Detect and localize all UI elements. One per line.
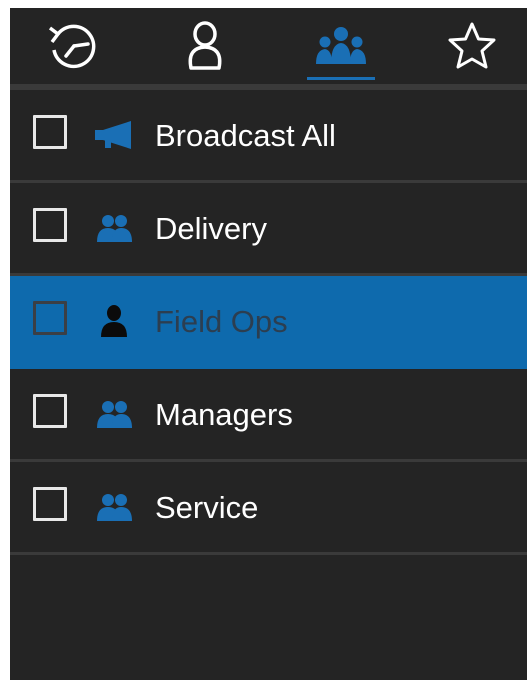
tab-bar — [10, 8, 527, 84]
groups-icon — [316, 27, 366, 64]
tab-contacts[interactable] — [155, 8, 255, 84]
group-name: Field Ops — [155, 304, 288, 339]
list-item[interactable]: Service — [10, 462, 527, 555]
person-icon — [92, 304, 136, 338]
group-name: Delivery — [155, 211, 267, 246]
megaphone-icon — [92, 118, 136, 152]
checkbox[interactable] — [33, 115, 67, 149]
active-tab-indicator — [307, 77, 375, 80]
tab-groups[interactable] — [291, 8, 391, 84]
group-list: Broadcast All Delivery Field Ops Manager… — [10, 90, 527, 555]
checkbox[interactable] — [33, 301, 67, 335]
tab-favorites[interactable] — [422, 8, 522, 84]
list-item[interactable]: Delivery — [10, 183, 527, 276]
checkbox[interactable] — [33, 487, 67, 521]
checkbox[interactable] — [33, 394, 67, 428]
checkbox[interactable] — [33, 208, 67, 242]
list-item-selected[interactable]: Field Ops — [10, 276, 527, 369]
group-name: Service — [155, 490, 259, 525]
history-icon — [48, 24, 96, 69]
contact-icon — [188, 21, 222, 70]
group-icon — [92, 490, 136, 524]
star-icon — [448, 22, 496, 69]
list-item[interactable]: Managers — [10, 369, 527, 462]
groups-screen: Broadcast All Delivery Field Ops Manager… — [10, 8, 527, 680]
group-icon — [92, 211, 136, 245]
list-item[interactable]: Broadcast All — [10, 90, 527, 183]
group-icon — [92, 397, 136, 431]
group-name: Broadcast All — [155, 118, 336, 153]
group-name: Managers — [155, 397, 293, 432]
tab-history[interactable] — [22, 8, 122, 84]
